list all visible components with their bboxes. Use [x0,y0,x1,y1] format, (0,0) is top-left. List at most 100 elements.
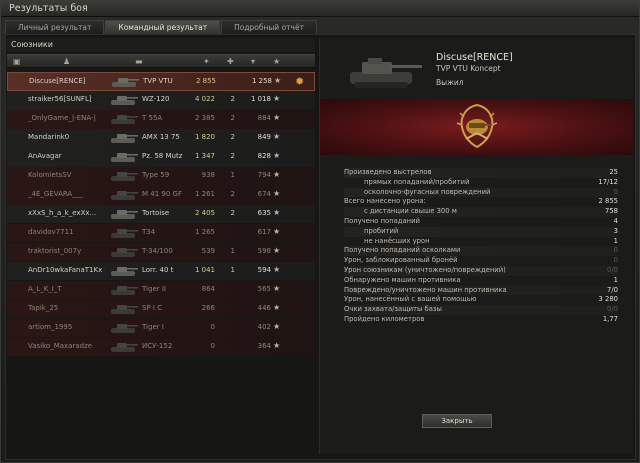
team-title: Союзники [11,40,53,49]
tank-icon[interactable]: ▬ [135,57,143,67]
player-row[interactable]: _4E_GEVARA___ M 41 90 GF 1 261 2 674 ★ [7,185,315,205]
tab-detailed-report[interactable]: Подробный отчёт [221,20,317,34]
star-icon[interactable]: ★ [273,57,280,67]
battle-results-window: Результаты боя Личный результат Командны… [0,0,640,463]
team-header: Союзники [7,38,315,52]
medal-badge-icon[interactable] [456,103,498,149]
stat-label: Пройдено километров [344,314,425,323]
tank-name: SP I C [142,303,163,312]
xp-value: 849 [257,132,271,141]
medal-icon[interactable]: ✹ [295,75,304,88]
squad-icon[interactable]: ▣ [13,57,21,67]
tank-thumbnail-icon [111,342,138,352]
tank-thumbnail-icon [111,95,138,105]
damage-icon[interactable]: ✦ [203,57,210,67]
stat-row: Повреждено/уничтожено машин противника 7/… [344,285,618,296]
damage-value: 1 041 [194,265,215,274]
xp-value: 565 [257,284,271,293]
xp-value: 794 [257,170,271,179]
tank-thumbnail-icon [111,152,138,162]
stat-label: Всего нанесено урона: [344,197,426,206]
stat-row: Получено попаданий 4 [344,217,618,227]
tank-name: AMX 13 75 [142,132,180,141]
stat-label: Урон, заблокированный бронёй [344,256,458,265]
star-icon: ★ [273,340,281,350]
player-name: traktorist_007y [28,246,82,255]
player-row[interactable]: Tapik_25 SP I C 266 446 ★ [7,299,315,319]
stat-label: Получено попаданий [344,216,420,225]
player-name: artiom_1995 [28,322,73,331]
stat-value: 1 [613,236,618,245]
stat-row: Получено попаданий осколками 0 [344,246,618,257]
damage-value: 0 [210,341,215,350]
player-name: xXxS_h_a_k_exXx... [28,208,97,217]
tab-team-result[interactable]: Командный результат [105,20,221,34]
xp-value: 598 [257,246,271,255]
close-button[interactable]: Закрыть [422,414,492,428]
player-row[interactable]: KolomietsSV Type 59 938 1 794 ★ [7,166,315,186]
stat-label: Урон, нанесённый с вашей помощью [344,295,477,304]
tank-name: Pz. 58 Mutz [142,151,183,160]
stat-label: пробитий [364,226,399,235]
player-row[interactable]: _OnlyGame_|-ENA-| T 55A 2 385 2 884 ★ [7,109,315,129]
kills-icon[interactable]: ✚ [227,57,234,67]
damage-value: 0 [210,322,215,331]
tank-thumbnail-icon [111,171,138,181]
kills-value: 1 [230,170,235,179]
damage-value: 4 022 [194,94,215,103]
damage-value: 1 820 [194,132,215,141]
tank-name: M 41 90 GF [142,189,182,198]
player-row[interactable]: Vasiko_Maxaradze ИСУ-152 0 364 ★ [7,337,315,357]
stat-row: осколочно-фугасных повреждений 0 [344,187,618,198]
star-icon: ★ [273,150,281,160]
star-icon: ★ [273,283,281,293]
player-icon[interactable]: ♟ [63,57,70,67]
player-row[interactable]: davidov7711 T34 1 265 617 ★ [7,223,315,243]
kills-value: 2 [230,132,235,141]
survival-status: Выжил [436,78,464,87]
damage-value: 1 347 [194,151,215,160]
tank-thumbnail-icon [111,209,138,219]
kills-value: 1 [230,265,235,274]
tank-thumbnail-icon [111,190,138,200]
player-row[interactable]: artiom_1995 Tiger I 0 402 ★ [7,318,315,338]
tank-name: WZ-120 [142,94,170,103]
xp-value: 364 [257,341,271,350]
player-name: davidov7711 [28,227,74,236]
stat-row: Произведено выстрелов 25 [344,168,618,178]
player-row[interactable]: Mandarink0 AMX 13 75 1 820 2 849 ★ [7,128,315,148]
stat-label: Повреждено/уничтожено машин противника [344,285,507,294]
player-row[interactable]: A_L_K_I_T Tiger II 864 565 ★ [7,280,315,300]
title-bar[interactable]: Результаты боя [1,1,639,17]
allies-panel: Союзники ▣ ♟ ▬ ✦ ✚ ▾ ★ Discuse[RENCE] TVP… [7,38,315,454]
damage-value: 2 855 [195,77,216,85]
stat-row: Обнаружено машин противника 1 [344,276,618,286]
sort-indicator-icon: ▾ [251,57,256,66]
player-name: Vasiko_Maxaradze [28,341,93,350]
stat-value: 0 [613,256,618,265]
kills-value: 2 [230,151,235,160]
star-icon: ★ [273,112,281,122]
stat-row: Урон, заблокированный бронёй 0 [344,256,618,266]
stat-value: 1 [613,275,618,284]
player-row[interactable]: straiker56[SUNFL] WZ-120 4 022 2 1 018 ★ [7,90,315,110]
player-row[interactable]: xXxS_h_a_k_exXx... Tortoise 2 405 2 635 ★ [7,204,315,224]
player-row[interactable]: Discuse[RENCE] TVP VTU 2 855 1 258 ★ ✹ [7,72,315,91]
window-title: Результаты боя [9,3,88,14]
tank-name: T-34/100 [142,246,173,255]
player-name: _4E_GEVARA___ [28,189,83,198]
stat-row: не нанёсших урон 1 [344,237,618,247]
tank-thumbnail-icon [112,78,139,87]
stat-value: 7/0 [607,285,618,294]
player-row[interactable]: traktorist_007y T-34/100 539 1 598 ★ [7,242,315,262]
player-list: Discuse[RENCE] TVP VTU 2 855 1 258 ★ ✹ straike… [7,72,315,357]
player-row[interactable]: AnAvagar Pz. 58 Mutz 1 347 2 828 ★ [7,147,315,167]
stat-row: пробитий 3 [344,226,618,237]
player-row[interactable]: AnDr10wkaFanaT1Kx... Lorr. 40 t 1 041 1 594 ★ [7,261,315,281]
tab-personal-result[interactable]: Личный результат [5,20,105,34]
star-icon: ★ [273,321,281,331]
kills-value: 2 [230,189,235,198]
player-name: Discuse[RENCE] [29,77,86,85]
tank-thumbnail-icon [111,266,138,276]
stat-row: Урон, нанесённый с вашей помощью 3 280 [344,295,618,305]
